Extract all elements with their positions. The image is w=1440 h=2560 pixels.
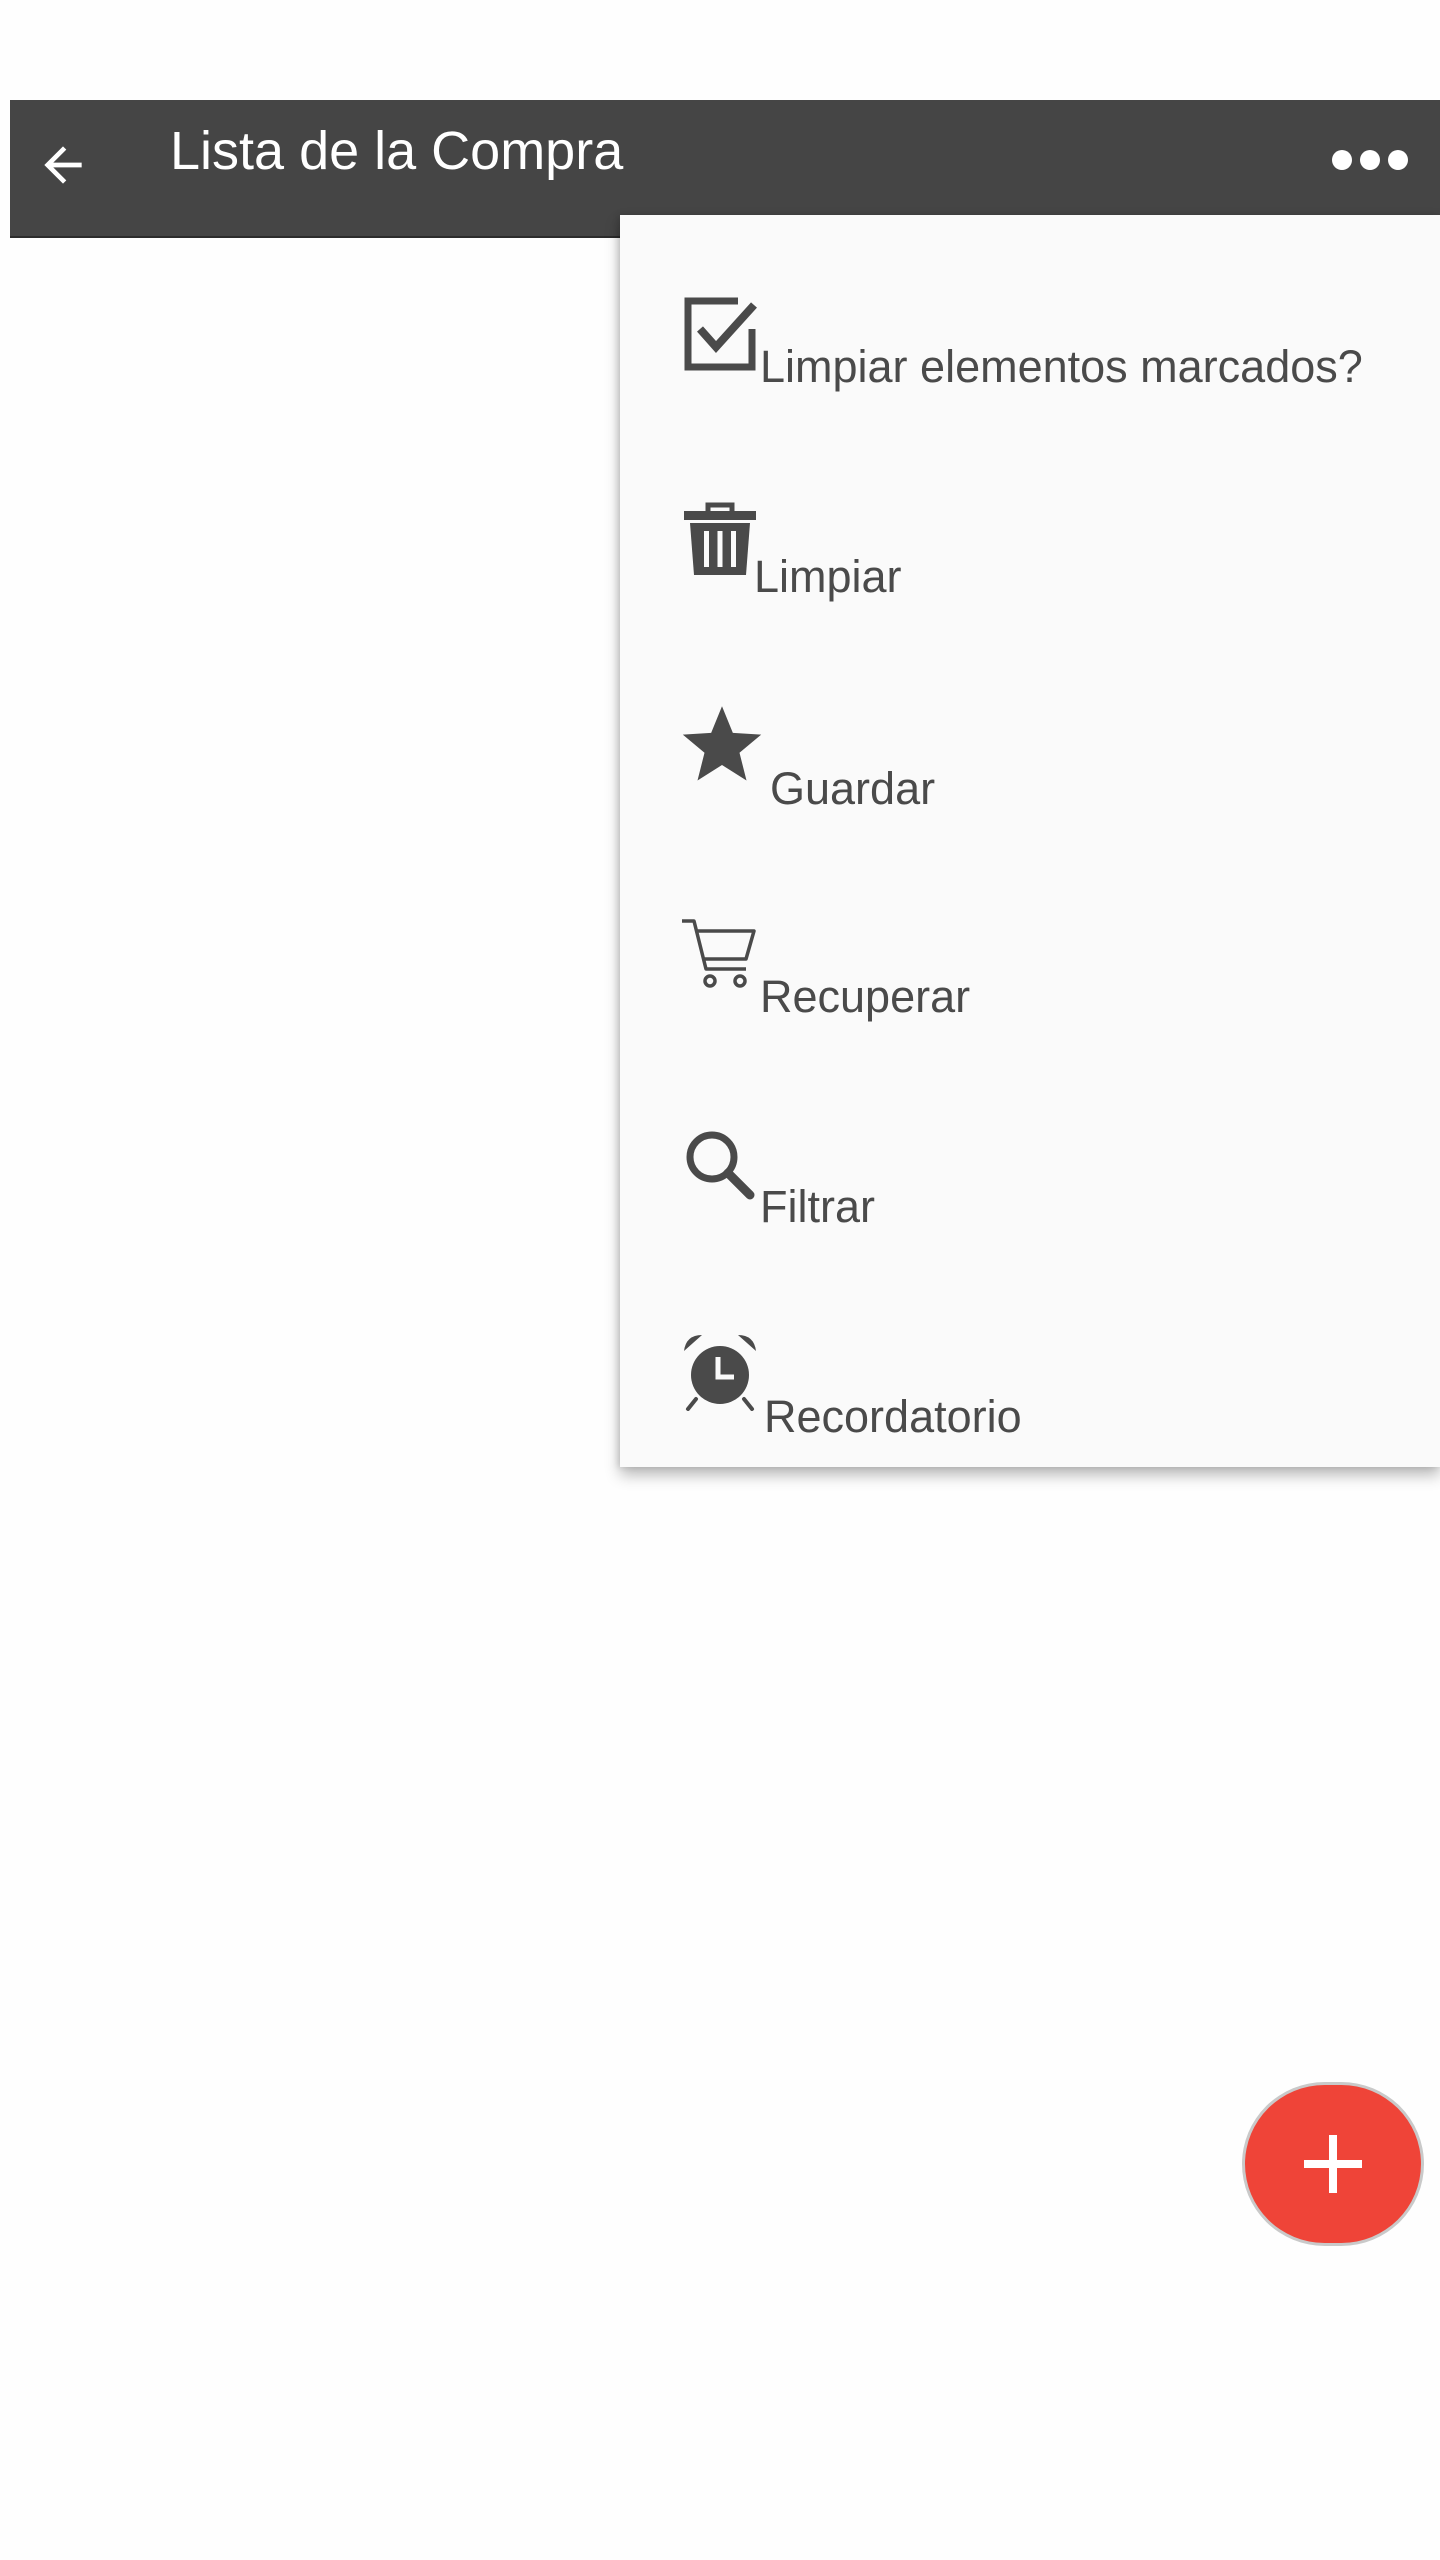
menu-item-label: Recuperar — [760, 971, 971, 1022]
trash-icon — [684, 502, 756, 575]
add-item-fab[interactable] — [1242, 2082, 1424, 2246]
search-icon — [686, 1131, 755, 1200]
menu-item-label: Limpiar — [754, 551, 902, 602]
arrow-left-icon — [44, 146, 82, 184]
menu-item-filter[interactable]: Filtrar — [620, 1095, 1440, 1295]
back-button[interactable] — [28, 130, 98, 200]
overflow-menu: Limpiar elementos marcados? Limpiar Guar… — [620, 215, 1440, 1467]
menu-item-label: Limpiar elementos marcados? — [760, 341, 1363, 392]
menu-item-save[interactable]: Guardar — [620, 675, 1440, 875]
menu-item-clear-checked[interactable]: Limpiar elementos marcados? — [620, 255, 1440, 455]
checkbox-checked-icon — [684, 297, 757, 371]
page-title: Lista de la Compra — [170, 121, 624, 181]
star-icon — [682, 706, 762, 781]
menu-item-label: Filtrar — [760, 1181, 875, 1232]
plus-icon — [1304, 2135, 1362, 2193]
menu-item-clear[interactable]: Limpiar — [620, 465, 1440, 665]
menu-item-label: Recordatorio — [764, 1391, 1022, 1442]
screen: Lista de la Compra Limpiar elementos mar… — [0, 0, 1440, 2560]
menu-item-label: Guardar — [770, 763, 936, 814]
alarm-clock-icon — [684, 1335, 756, 1411]
menu-item-recover[interactable]: Recuperar — [620, 885, 1440, 1085]
menu-item-reminder[interactable]: Recordatorio — [620, 1305, 1440, 1505]
overflow-menu-button[interactable] — [1320, 125, 1420, 195]
more-horizontal-icon — [1332, 150, 1408, 170]
shopping-cart-icon — [682, 919, 756, 988]
